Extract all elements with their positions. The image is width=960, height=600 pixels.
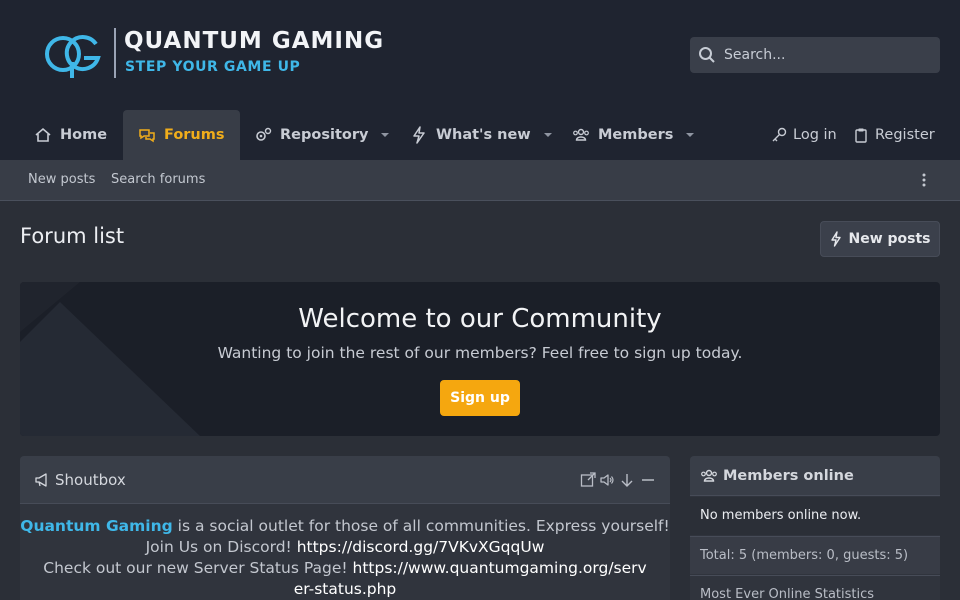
chevron-down-icon: [381, 133, 390, 137]
more-vertical-icon[interactable]: [918, 172, 930, 188]
search-box[interactable]: [690, 37, 940, 73]
external-link-icon[interactable]: [580, 472, 596, 488]
sub-navigation: New posts Search forums: [0, 160, 960, 201]
new-posts-button[interactable]: New posts: [820, 221, 940, 257]
tab-repository-label: Repository: [280, 127, 369, 143]
users-icon: [573, 128, 589, 141]
tab-whats-new[interactable]: What's new: [410, 110, 553, 160]
tab-members-label: Members: [598, 127, 674, 143]
new-posts-button-label: New posts: [848, 231, 931, 247]
arrow-down-icon[interactable]: [619, 472, 635, 488]
megaphone-icon: [35, 473, 47, 487]
register-label: Register: [875, 127, 935, 143]
register-link[interactable]: Register: [853, 124, 935, 146]
shoutbox-line-1-text: is a social outlet for those of all comm…: [172, 517, 670, 535]
chevron-down-icon: [686, 133, 695, 137]
chevron-down-icon: [543, 133, 552, 137]
login-link[interactable]: Log in: [771, 124, 837, 146]
tab-members[interactable]: Members: [572, 110, 695, 160]
clipboard-icon: [855, 128, 867, 143]
page-title: Forum list: [20, 224, 125, 248]
shoutbox-line-1: Quantum Gaming is a social outlet for th…: [20, 516, 670, 537]
status-prefix: Check out our new Server Status Page!: [43, 559, 353, 577]
users-icon: [701, 469, 717, 482]
shoutbox-header: Shoutbox: [20, 456, 670, 504]
logo-tagline: STEP YOUR GAME UP: [125, 59, 301, 75]
search-input[interactable]: [724, 37, 934, 73]
minimize-icon[interactable]: [640, 472, 656, 488]
search-icon: [699, 47, 715, 63]
shoutbox-line-3: Check out our new Server Status Page! ht…: [20, 558, 670, 600]
site-header: QUANTUM GAMING STEP YOUR GAME UP Home Fo…: [0, 0, 960, 160]
bolt-icon: [831, 231, 842, 247]
welcome-title: Welcome to our Community: [298, 304, 662, 334]
tab-forums[interactable]: Forums: [123, 110, 240, 160]
shoutbox-message: Quantum Gaming is a social outlet for th…: [20, 516, 670, 600]
shoutbox-panel: Shoutbox Quantum Gaming is a social outl…: [20, 456, 670, 600]
quantum-logo-icon: [45, 35, 101, 78]
subnav-search-forums[interactable]: Search forums: [111, 172, 205, 187]
tab-whats-new-label: What's new: [436, 127, 531, 143]
brand-link[interactable]: Quantum Gaming: [20, 517, 172, 535]
subnav-new-posts[interactable]: New posts: [28, 172, 95, 187]
tab-home-label: Home: [60, 127, 108, 143]
comments-icon: [139, 129, 155, 143]
shoutbox-title: Shoutbox: [34, 471, 126, 489]
site-logo[interactable]: QUANTUM GAMING STEP YOUR GAME UP: [44, 26, 394, 82]
sound-icon[interactable]: [599, 472, 615, 488]
tab-repository[interactable]: Repository: [254, 110, 390, 160]
shoutbox-title-label: Shoutbox: [55, 471, 126, 489]
signup-button[interactable]: Sign up: [440, 380, 520, 416]
tab-home[interactable]: Home: [34, 110, 107, 160]
discord-link[interactable]: https://discord.gg/7VKvXGqqUw: [297, 538, 545, 556]
logo-divider: [114, 28, 116, 78]
members-online-total: Total: 5 (members: 0, guests: 5): [690, 536, 940, 574]
bolt-icon: [413, 126, 425, 144]
tab-forums-label: Forums: [164, 127, 225, 143]
logo-title: QUANTUM GAMING: [124, 28, 385, 54]
discord-prefix: Join Us on Discord!: [145, 538, 297, 556]
members-online-panel: Members online No members online now. To…: [690, 456, 940, 600]
cogs-icon: [256, 127, 272, 141]
members-online-title: Members online: [723, 467, 854, 484]
welcome-text: Wanting to join the rest of our members?…: [217, 344, 743, 362]
login-label: Log in: [793, 127, 837, 143]
members-online-header[interactable]: Members online: [690, 456, 940, 496]
members-online-stats[interactable]: Most Ever Online Statistics: [690, 575, 940, 600]
members-online-none: No members online now.: [690, 497, 940, 535]
home-icon: [35, 127, 51, 142]
welcome-banner: Welcome to our Community Wanting to join…: [20, 282, 940, 436]
shoutbox-line-2: Join Us on Discord! https://discord.gg/7…: [20, 537, 670, 558]
key-icon: [772, 127, 787, 142]
